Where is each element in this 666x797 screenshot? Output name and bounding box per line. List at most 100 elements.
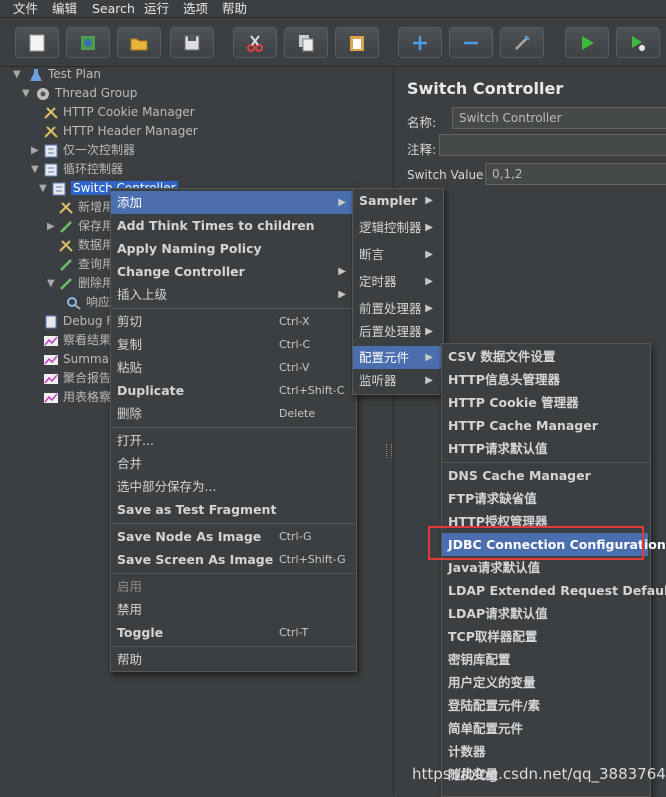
templates-button[interactable] bbox=[66, 27, 110, 58]
splitter-grip[interactable] bbox=[386, 444, 392, 458]
config-item-cookie-manager[interactable]: HTTP Cookie 管理器 bbox=[442, 391, 648, 414]
plus-icon bbox=[413, 36, 427, 50]
submenu-item-listener[interactable]: 监听器 ▶ bbox=[353, 369, 441, 392]
tree-node-thread-group[interactable]: Thread Group bbox=[35, 84, 137, 103]
menu-item-change-controller[interactable]: Change Controller ▶ bbox=[111, 260, 354, 283]
tree-node-save[interactable]: 保存用 bbox=[58, 217, 114, 236]
tree-node-table[interactable]: 用表格察 bbox=[43, 388, 111, 407]
submenu-item-sampler[interactable]: Sampler ▶ bbox=[353, 189, 441, 212]
submenu-item-post-processor[interactable]: 后置处理器 ▶ bbox=[353, 320, 441, 343]
menu-item-merge[interactable]: 合并 bbox=[111, 452, 354, 475]
tree-node-query[interactable]: 查询用 bbox=[58, 255, 114, 274]
menu-item-remove[interactable]: 删除 Delete bbox=[111, 402, 354, 425]
menu-separator bbox=[112, 573, 355, 574]
menu-item-copy[interactable]: 复制 Ctrl-C bbox=[111, 333, 354, 356]
save-button[interactable] bbox=[170, 27, 214, 58]
config-item-header-manager[interactable]: HTTP信息头管理器 bbox=[442, 368, 648, 391]
config-item-http-defaults[interactable]: HTTP请求默认值 bbox=[442, 437, 648, 460]
menu-item-disable[interactable]: 禁用 bbox=[111, 598, 354, 621]
copy-button[interactable] bbox=[284, 27, 328, 58]
tree-node-test-plan[interactable]: Test Plan bbox=[28, 65, 101, 84]
config-item-counter[interactable]: 计数器 bbox=[442, 740, 648, 763]
config-item-keystore[interactable]: 密钥库配置 bbox=[442, 648, 648, 671]
submenu-item-assertion[interactable]: 断言 ▶ bbox=[353, 243, 441, 266]
config-item-ftp-defaults[interactable]: FTP请求缺省值 bbox=[442, 487, 648, 510]
menu-item-open[interactable]: 打开... bbox=[111, 429, 354, 452]
tree-node-delete[interactable]: 删除用 bbox=[58, 274, 114, 293]
menu-item-toggle[interactable]: Toggle Ctrl-T bbox=[111, 621, 354, 644]
config-item-simple-config[interactable]: 简单配置元件 bbox=[442, 717, 648, 740]
submenu-item-pre-processor[interactable]: 前置处理器 ▶ bbox=[353, 297, 441, 320]
submenu-item-config-element[interactable]: 配置元件 ▶ bbox=[353, 346, 441, 369]
config-item-ldap-extended[interactable]: LDAP Extended Request Defaults bbox=[442, 579, 666, 602]
collapse-all-button[interactable] bbox=[449, 27, 493, 58]
pipette-icon bbox=[58, 277, 74, 291]
paste-button[interactable] bbox=[335, 27, 379, 58]
menu-item-help[interactable]: 帮助 bbox=[111, 648, 354, 671]
menu-item-duplicate[interactable]: Duplicate Ctrl+Shift-C bbox=[111, 379, 354, 402]
config-item-csv[interactable]: CSV 数据文件设置 bbox=[442, 345, 648, 368]
menu-separator bbox=[112, 523, 355, 524]
submenu-item-logic-controller[interactable]: 逻辑控制器 ▶ bbox=[353, 216, 441, 239]
gear-icon bbox=[35, 87, 51, 101]
menu-item-add[interactable]: 添加 ▶ bbox=[111, 191, 354, 214]
expand-arrow-icon[interactable]: ▶ bbox=[31, 141, 41, 160]
tree-node-aggregate[interactable]: 聚合报告 bbox=[43, 369, 111, 388]
tree-node-debug[interactable]: Debug F bbox=[43, 312, 113, 331]
name-field[interactable]: Switch Controller bbox=[452, 107, 666, 129]
expand-arrow-icon[interactable]: ▼ bbox=[22, 84, 32, 103]
expand-arrow-icon[interactable]: ▼ bbox=[39, 179, 49, 198]
config-item-cache-manager[interactable]: HTTP Cache Manager bbox=[442, 414, 648, 437]
name-label: 名称: bbox=[407, 115, 437, 130]
pipette-icon bbox=[58, 258, 74, 272]
tree-node-add-user[interactable]: 新增用 bbox=[58, 198, 114, 217]
config-item-login-config[interactable]: 登陆配置元件/素 bbox=[442, 694, 648, 717]
cut-button[interactable] bbox=[233, 27, 277, 58]
menu-file[interactable]: 文件 bbox=[13, 0, 38, 17]
menu-item-save-fragment[interactable]: Save as Test Fragment bbox=[111, 498, 354, 521]
tree-node-header-manager[interactable]: HTTP Header Manager bbox=[43, 122, 198, 141]
menu-run[interactable]: 运行 bbox=[144, 0, 169, 17]
comment-field[interactable] bbox=[439, 134, 666, 156]
menu-item-save-selection[interactable]: 选中部分保存为... bbox=[111, 475, 354, 498]
tree-node-once-controller[interactable]: 仅一次控制器 bbox=[43, 141, 135, 160]
open-button[interactable] bbox=[117, 27, 161, 58]
start-no-pause-button[interactable] bbox=[616, 27, 660, 58]
menu-item-think-times[interactable]: Add Think Times to children bbox=[111, 214, 354, 237]
tree-node-data[interactable]: 数据用 bbox=[58, 236, 114, 255]
tree-node-summary[interactable]: Summar bbox=[43, 350, 114, 369]
menu-search[interactable]: Search bbox=[92, 0, 135, 17]
document-icon bbox=[43, 315, 59, 329]
menu-item-naming-policy[interactable]: Apply Naming Policy bbox=[111, 237, 354, 260]
menu-help[interactable]: 帮助 bbox=[222, 0, 247, 17]
expand-arrow-icon[interactable]: ▶ bbox=[47, 217, 57, 236]
menu-item-save-node-image[interactable]: Save Node As Image Ctrl-G bbox=[111, 525, 354, 548]
menu-item-cut[interactable]: 剪切 Ctrl-X bbox=[111, 310, 354, 333]
toggle-button[interactable] bbox=[500, 27, 544, 58]
switch-value-field[interactable]: 0,1,2 bbox=[485, 163, 666, 185]
expand-arrow-icon[interactable]: ▼ bbox=[13, 65, 23, 84]
menu-item-save-screen-image[interactable]: Save Screen As Image Ctrl+Shift-G bbox=[111, 548, 354, 571]
config-item-ldap-defaults[interactable]: LDAP请求默认值 bbox=[442, 602, 648, 625]
tree-node-view-results[interactable]: 察看结果 bbox=[43, 331, 111, 350]
config-item-dns-cache[interactable]: DNS Cache Manager bbox=[442, 464, 648, 487]
comment-label: 注释: bbox=[407, 142, 437, 157]
config-item-tcp-config[interactable]: TCP取样器配置 bbox=[442, 625, 648, 648]
submenu-item-timer[interactable]: 定时器 ▶ bbox=[353, 270, 441, 293]
menu-item-paste[interactable]: 粘贴 Ctrl-V bbox=[111, 356, 354, 379]
new-button[interactable] bbox=[15, 27, 59, 58]
expand-arrow-icon[interactable]: ▼ bbox=[31, 160, 41, 179]
controller-icon bbox=[51, 182, 67, 196]
tree-node-loop-controller[interactable]: 循环控制器 bbox=[43, 160, 123, 179]
expand-arrow-icon[interactable]: ▼ bbox=[47, 274, 57, 293]
menu-options[interactable]: 选项 bbox=[183, 0, 208, 17]
menu-item-enable[interactable]: 启用 bbox=[111, 575, 354, 598]
menu-item-insert-parent[interactable]: 插入上级 ▶ bbox=[111, 283, 354, 306]
expand-all-button[interactable] bbox=[398, 27, 442, 58]
splitter[interactable] bbox=[384, 67, 393, 795]
tree-node-response[interactable]: 响应 bbox=[66, 293, 110, 312]
tree-node-cookie-manager[interactable]: HTTP Cookie Manager bbox=[43, 103, 195, 122]
config-item-user-variables[interactable]: 用户定义的变量 bbox=[442, 671, 648, 694]
menu-edit[interactable]: 编辑 bbox=[52, 0, 77, 17]
start-button[interactable] bbox=[565, 27, 609, 58]
